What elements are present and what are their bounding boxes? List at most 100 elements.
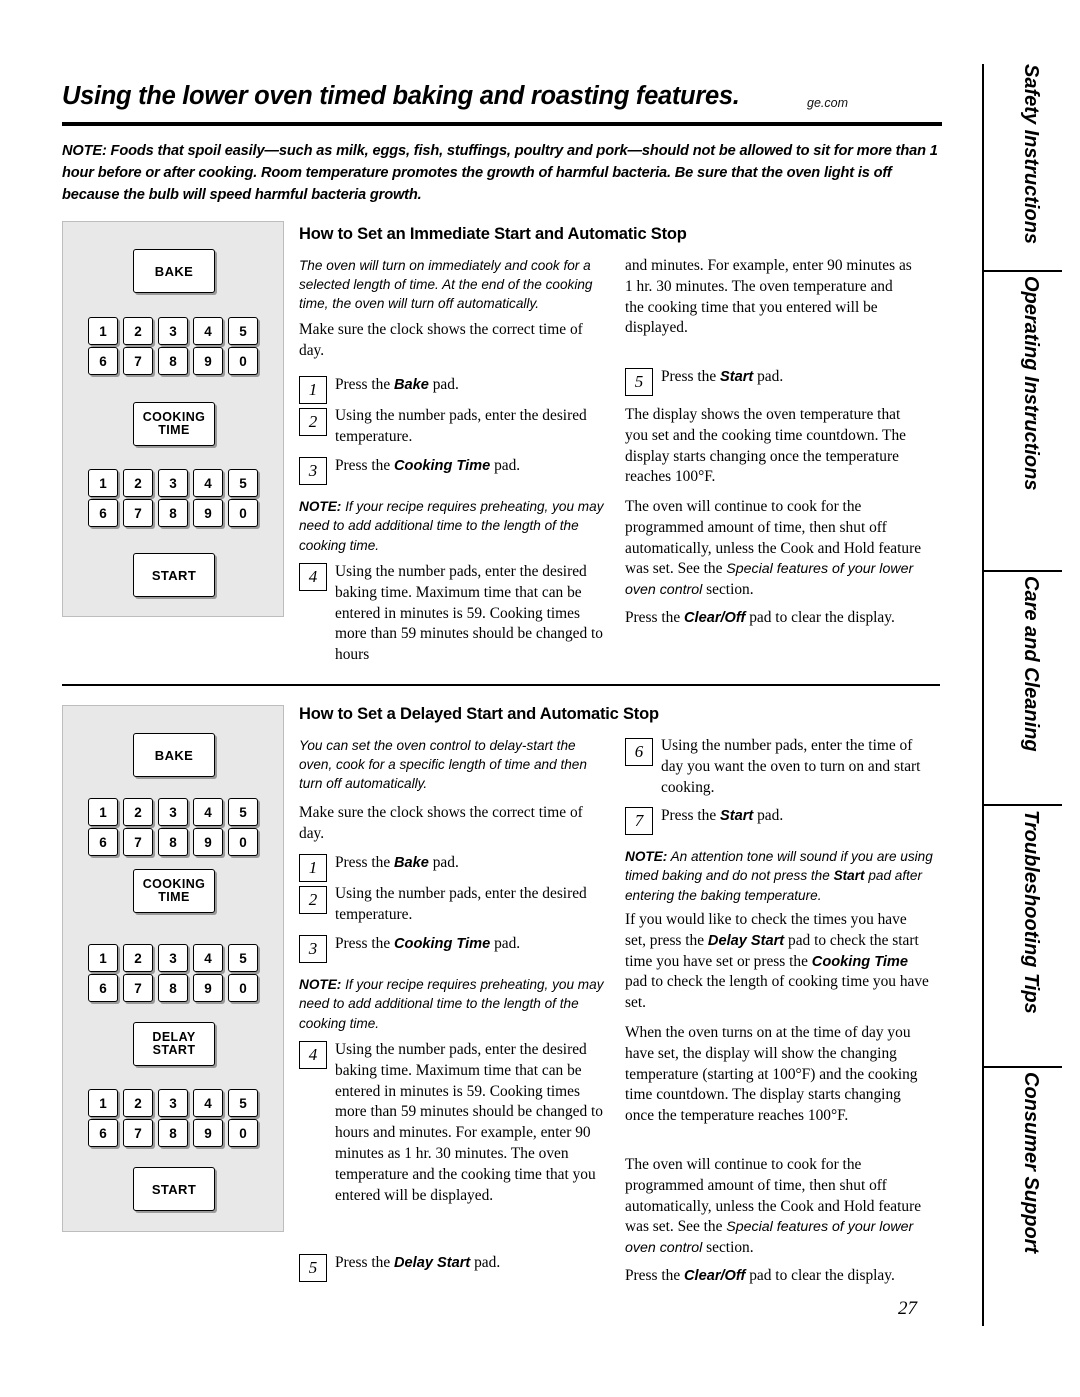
num-pad-4-b[interactable]: 4: [193, 469, 223, 497]
bake-pad-2[interactable]: BAKE: [133, 733, 215, 777]
step-text-2-1: Press the Bake pad.: [335, 853, 605, 874]
num-pad-1-b[interactable]: 1: [88, 469, 118, 497]
num-pad-3-b[interactable]: 3: [158, 469, 188, 497]
step-text-1-4: Using the number pads, enter the desired…: [335, 563, 603, 664]
num-pad-0-b[interactable]: 0: [228, 499, 258, 527]
num-pad-7-a[interactable]: 7: [123, 347, 153, 375]
title-divider: [62, 122, 942, 126]
num-pad-1-d[interactable]: 1: [88, 944, 118, 972]
sidebar-divider-2: [984, 570, 1062, 572]
section-2-right-p4: Press the Clear/Off pad to clear the dis…: [625, 1266, 925, 1287]
step-text-2-1-bold: Bake: [394, 855, 429, 871]
num-pad-0-d[interactable]: 0: [228, 974, 258, 1002]
num-pad-5-a[interactable]: 5: [228, 317, 258, 345]
num-pad-6-d[interactable]: 6: [88, 974, 118, 1002]
step-number-1-5: 5: [625, 368, 653, 396]
start-pad-label-2: START: [151, 1181, 197, 1197]
num-pad-0-a[interactable]: 0: [228, 347, 258, 375]
delay-start-pad-label-line1: DELAY: [152, 1029, 196, 1044]
section-2-right-p1-bold-1: Delay Start: [707, 932, 785, 949]
num-pad-7-c[interactable]: 7: [123, 828, 153, 856]
num-pad-5-e[interactable]: 5: [228, 1089, 258, 1117]
num-pad-7-d[interactable]: 7: [123, 974, 153, 1002]
ge-website-label: ge.com: [807, 96, 848, 110]
num-pad-2-d[interactable]: 2: [123, 944, 153, 972]
num-pad-0-c[interactable]: 0: [228, 828, 258, 856]
sidebar-item-operating-instructions[interactable]: Operating Instructions: [988, 276, 1042, 566]
section-2-right-p3-b: section.: [702, 1239, 754, 1257]
num-pad-4-a[interactable]: 4: [193, 317, 223, 345]
num-pad-0-e[interactable]: 0: [228, 1119, 258, 1147]
step-number-2-5: 5: [299, 1254, 327, 1282]
num-pad-7-b[interactable]: 7: [123, 499, 153, 527]
num-pad-8-b[interactable]: 8: [158, 499, 188, 527]
top-note-lead: NOTE:: [62, 143, 107, 159]
num-pad-3-d[interactable]: 3: [158, 944, 188, 972]
num-pad-6-e[interactable]: 6: [88, 1119, 118, 1147]
num-pad-5-b[interactable]: 5: [228, 469, 258, 497]
num-pad-5-d[interactable]: 5: [228, 944, 258, 972]
num-pad-6-a[interactable]: 6: [88, 347, 118, 375]
step-text-2-7: Press the Start pad.: [661, 806, 926, 827]
num-pad-9-a[interactable]: 9: [193, 347, 223, 375]
num-pad-1-c[interactable]: 1: [88, 798, 118, 826]
cooking-time-pad-1[interactable]: COOKING TIME: [133, 402, 215, 446]
num-pad-4-c[interactable]: 4: [193, 798, 223, 826]
top-note-text: Foods that spoil easily—such as milk, eg…: [62, 143, 938, 204]
num-pad-2-e[interactable]: 2: [123, 1089, 153, 1117]
section-1-right-p3: Press the Clear/Off pad to clear the dis…: [625, 608, 925, 629]
num-pad-3-c[interactable]: 3: [158, 798, 188, 826]
num-pad-1-a[interactable]: 1: [88, 317, 118, 345]
num-pad-2-b[interactable]: 2: [123, 469, 153, 497]
num-pad-4-d[interactable]: 4: [193, 944, 223, 972]
step-text-2-5-bold: Delay Start: [394, 1255, 471, 1271]
sidebar-item-care-and-cleaning[interactable]: Care and Cleaning: [988, 576, 1042, 798]
section-2-right-p1: If you would like to check the times you…: [625, 910, 930, 1014]
num-pad-9-e[interactable]: 9: [193, 1119, 223, 1147]
step-text-1-1: Press the Bake pad.: [335, 375, 605, 396]
num-pad-2-a[interactable]: 2: [123, 317, 153, 345]
section-1-right-p2-b: section.: [702, 581, 754, 599]
num-pad-8-c[interactable]: 8: [158, 828, 188, 856]
start-pad-2[interactable]: START: [133, 1167, 215, 1211]
bake-pad-label-1: BAKE: [154, 263, 194, 279]
num-pad-3-e[interactable]: 3: [158, 1089, 188, 1117]
num-pad-6-b[interactable]: 6: [88, 499, 118, 527]
section-2-tone-note: NOTE: An attention tone will sound if yo…: [625, 847, 935, 905]
section-2-intro: You can set the oven control to delay-st…: [299, 738, 587, 792]
section-2-right-p4-bold: Clear/Off: [684, 1268, 746, 1284]
start-pad-1[interactable]: START: [133, 553, 215, 597]
sidebar-tabs: Safety Instructions Operating Instructio…: [984, 64, 1080, 1326]
section-2-tone-note-lead: NOTE:: [625, 849, 668, 864]
section-2-preheat-note-lead: NOTE:: [299, 977, 342, 992]
num-pad-9-c[interactable]: 9: [193, 828, 223, 856]
num-pad-3-a[interactable]: 3: [158, 317, 188, 345]
num-pad-2-c[interactable]: 2: [123, 798, 153, 826]
step-text-1-3-pre: Press the: [335, 457, 394, 474]
num-pad-6-c[interactable]: 6: [88, 828, 118, 856]
step-text-1-1-pre: Press the: [335, 376, 394, 393]
delay-start-pad[interactable]: DELAY START: [133, 1022, 215, 1066]
sidebar-item-consumer-support[interactable]: Consumer Support: [988, 1072, 1042, 1320]
bake-pad-1[interactable]: BAKE: [133, 249, 215, 293]
section-1-right-continued: and minutes. For example, enter 90 minut…: [625, 257, 912, 337]
num-pad-8-e[interactable]: 8: [158, 1119, 188, 1147]
step-text-2-4: Using the number pads, enter the desired…: [335, 1041, 603, 1204]
num-pad-8-a[interactable]: 8: [158, 347, 188, 375]
section-1-clock-line: Make sure the clock shows the correct ti…: [299, 321, 583, 359]
cooking-time-pad-2[interactable]: COOKING TIME: [133, 869, 215, 913]
section-2-right-p1-bold-2: Cooking Time: [811, 953, 909, 970]
step-text-2-7-post: pad.: [753, 807, 784, 824]
num-pad-5-c[interactable]: 5: [228, 798, 258, 826]
sidebar-item-troubleshooting-tips[interactable]: Troubleshooting Tips: [988, 810, 1042, 1060]
num-pad-4-e[interactable]: 4: [193, 1089, 223, 1117]
num-pad-9-b[interactable]: 9: [193, 499, 223, 527]
num-pad-8-d[interactable]: 8: [158, 974, 188, 1002]
num-pad-9-d[interactable]: 9: [193, 974, 223, 1002]
step-text-2-7-pre: Press the: [661, 807, 720, 824]
sidebar-item-safety-instructions[interactable]: Safety Instructions: [988, 64, 1042, 264]
cooking-time-pad-2-label-line2: TIME: [158, 890, 190, 904]
num-pad-1-e[interactable]: 1: [88, 1089, 118, 1117]
section-2-heading: How to Set a Delayed Start and Automatic…: [299, 705, 659, 723]
num-pad-7-e[interactable]: 7: [123, 1119, 153, 1147]
